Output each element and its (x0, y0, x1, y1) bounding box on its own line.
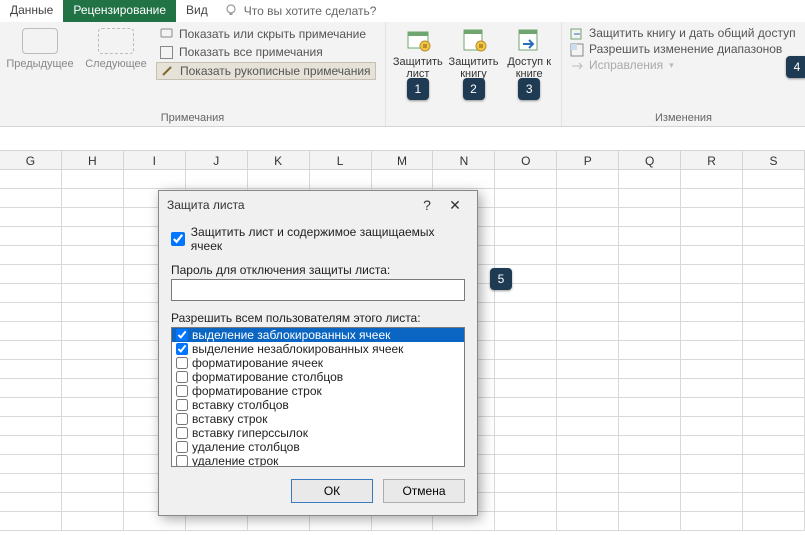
permission-label: удаление строк (192, 454, 278, 467)
changes-group-label: Изменения (568, 110, 799, 124)
col-header[interactable]: K (248, 151, 310, 169)
permission-label: вставку столбцов (192, 398, 289, 412)
permission-item[interactable]: удаление столбцов (172, 440, 464, 454)
protect-contents-checkbox[interactable]: Защитить лист и содержимое защищаемых яч… (171, 225, 465, 253)
permission-item[interactable]: форматирование строк (172, 384, 464, 398)
permission-item[interactable]: форматирование столбцов (172, 370, 464, 384)
protect-sheet-label: Защитить лист (392, 56, 444, 80)
password-label: Пароль для отключения защиты листа: (171, 263, 465, 277)
col-header[interactable]: I (124, 151, 186, 169)
lightbulb-icon (224, 3, 238, 20)
permission-item[interactable]: вставку строк (172, 412, 464, 426)
col-header[interactable]: J (186, 151, 248, 169)
permission-checkbox[interactable] (176, 357, 188, 369)
tell-me-label: Что вы хотите сделать? (244, 4, 377, 18)
protect-contents-input[interactable] (171, 232, 185, 246)
protect-share-label: Защитить книгу и дать общий доступ (589, 26, 796, 40)
col-header[interactable]: G (0, 151, 62, 169)
col-header[interactable]: M (372, 151, 434, 169)
col-header[interactable]: H (62, 151, 124, 169)
annotation-badge-4: 4 (786, 56, 805, 78)
permission-checkbox[interactable] (176, 371, 188, 383)
col-header[interactable]: L (310, 151, 372, 169)
permission-checkbox[interactable] (176, 385, 188, 397)
col-header[interactable]: N (433, 151, 495, 169)
col-header[interactable]: S (743, 151, 805, 169)
permission-checkbox[interactable] (176, 455, 188, 467)
annotation-badge-5: 5 (490, 268, 512, 290)
permission-checkbox[interactable] (176, 441, 188, 453)
track-changes-icon (570, 59, 583, 72)
permission-label: выделение незаблокированных ячеек (192, 342, 403, 356)
next-comment-button[interactable]: Следующее (82, 26, 150, 80)
annotation-badge-3: 3 (518, 78, 540, 100)
show-all-label: Показать все примечания (179, 45, 323, 59)
prev-comment-button[interactable]: Предыдущее (6, 26, 74, 80)
permission-label: форматирование строк (192, 384, 322, 398)
permission-item[interactable]: вставку столбцов (172, 398, 464, 412)
protect-book-button[interactable]: Защитить книгу 2 (448, 26, 500, 80)
permission-checkbox[interactable] (176, 343, 188, 355)
permission-label: вставку строк (192, 412, 267, 426)
permission-checkbox[interactable] (176, 399, 188, 411)
permission-label: форматирование столбцов (192, 370, 343, 384)
protect-book-label: Защитить книгу (448, 56, 500, 80)
show-hide-label: Показать или скрыть примечание (179, 27, 366, 41)
col-header[interactable]: Q (619, 151, 681, 169)
permission-item[interactable]: вставку гиперссылок (172, 426, 464, 440)
dialog-help-button[interactable]: ? (413, 197, 441, 213)
prev-comment-label: Предыдущее (6, 58, 74, 70)
ink-icon (161, 65, 174, 78)
show-hide-comment-button[interactable]: Показать или скрыть примечание (156, 26, 376, 42)
tab-review[interactable]: Рецензирование (63, 0, 176, 22)
permission-item[interactable]: выделение незаблокированных ячеек (172, 342, 464, 356)
allow-ranges-label: Разрешить изменение диапазонов (589, 42, 782, 56)
permission-checkbox[interactable] (176, 329, 188, 341)
permission-label: выделение заблокированных ячеек (192, 328, 390, 342)
track-changes-label: Исправления (589, 58, 663, 72)
share-book-button[interactable]: Доступ к книге 3 (503, 26, 555, 80)
allow-edit-ranges-button[interactable]: Разрешить изменение диапазонов (568, 42, 799, 56)
protect-sheet-dialog: Защита листа ? ✕ Защитить лист и содержи… (158, 190, 478, 516)
dialog-title: Защита листа (167, 198, 245, 212)
comment-icon (160, 28, 173, 41)
show-all-comments-button[interactable]: Показать все примечания (156, 44, 376, 60)
show-ink-button[interactable]: Показать рукописные примечания (156, 62, 376, 80)
show-ink-label: Показать рукописные примечания (180, 64, 371, 78)
shield-share-icon (570, 27, 583, 40)
permission-item[interactable]: удаление строк (172, 454, 464, 467)
password-input[interactable] (171, 279, 465, 301)
ranges-icon (570, 43, 583, 56)
dropdown-icon: ▾ (669, 60, 674, 71)
permissions-listbox[interactable]: выделение заблокированных ячееквыделение… (171, 327, 465, 467)
track-changes-button[interactable]: Исправления ▾ (568, 58, 799, 72)
tab-view[interactable]: Вид (176, 0, 218, 22)
col-header[interactable]: P (557, 151, 619, 169)
comments-group-label: Примечания (6, 110, 379, 124)
permission-label: удаление столбцов (192, 440, 300, 454)
annotation-badge-2: 2 (463, 78, 485, 100)
tab-data[interactable]: Данные (0, 0, 63, 22)
col-header[interactable]: O (495, 151, 557, 169)
permission-checkbox[interactable] (176, 413, 188, 425)
permission-item[interactable]: выделение заблокированных ячеек (172, 328, 464, 342)
tell-me-search[interactable]: Что вы хотите сделать? (224, 0, 377, 22)
permission-label: форматирование ячеек (192, 356, 323, 370)
permission-checkbox[interactable] (176, 427, 188, 439)
share-book-label: Доступ к книге (503, 56, 555, 80)
protect-and-share-button[interactable]: Защитить книгу и дать общий доступ (568, 26, 799, 40)
cancel-button[interactable]: Отмена (383, 479, 465, 503)
col-header[interactable]: R (681, 151, 743, 169)
ok-button[interactable]: ОК (291, 479, 373, 503)
next-comment-label: Следующее (82, 58, 150, 70)
grid-row[interactable] (0, 170, 805, 189)
annotation-badge-1: 1 (407, 78, 429, 100)
protect-sheet-button[interactable]: Защитить лист 1 (392, 26, 444, 80)
dialog-close-button[interactable]: ✕ (441, 197, 469, 214)
protect-contents-label: Защитить лист и содержимое защищаемых яч… (191, 225, 465, 253)
checkbox-icon (160, 46, 173, 59)
permission-item[interactable]: форматирование ячеек (172, 356, 464, 370)
permission-label: вставку гиперссылок (192, 426, 308, 440)
permissions-label: Разрешить всем пользователям этого листа… (171, 311, 465, 325)
